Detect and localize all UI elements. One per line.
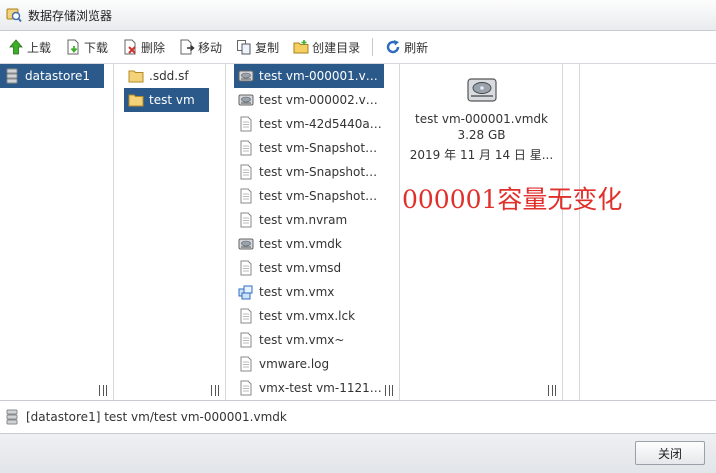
file-label: test vm.vmx~ <box>259 333 345 347</box>
file-item[interactable]: test vm-Snapshot2.... <box>234 184 384 208</box>
file-item[interactable]: vmx-test vm-11212... <box>234 376 384 400</box>
file-label: test vm-Snapshot2.... <box>259 189 384 203</box>
file-item[interactable]: test vm-Snapshot1.... <box>234 160 384 184</box>
disk-icon <box>238 94 254 106</box>
status-path: [datastore1] test vm/test vm-000001.vmdk <box>26 410 287 424</box>
file-label: test vm.vmdk <box>259 237 342 251</box>
toolbar-separator <box>372 38 374 56</box>
file-label: test vm-Snapshot1.... <box>259 141 384 155</box>
toolbar: 上载 下载 删除 移动 复制 创建目录 刷新 <box>0 31 716 64</box>
copy-button[interactable]: 复制 <box>236 35 279 59</box>
disk-icon <box>238 238 254 250</box>
folder-label: .sdd.sf <box>149 69 189 83</box>
pane-resize-handle[interactable] <box>211 385 219 396</box>
file-item[interactable]: test vm.vmx <box>234 280 384 304</box>
details-pane: test vm-000001.vmdk 3.28 GB 2019 年 11 月 … <box>400 64 563 400</box>
file-icon <box>240 356 252 372</box>
file-item[interactable]: test vm-000001.vmdk <box>234 64 384 88</box>
file-item[interactable]: test vm.vmx~ <box>234 328 384 352</box>
upload-button[interactable]: 上载 <box>8 35 51 59</box>
download-label: 下载 <box>84 40 109 55</box>
upload-icon <box>9 39 23 55</box>
folder-icon <box>128 94 144 107</box>
upload-label: 上载 <box>27 40 52 55</box>
details-file-size: 3.28 GB <box>457 128 506 142</box>
file-item[interactable]: test vm.vmx.lck <box>234 304 384 328</box>
refresh-button[interactable]: 刷新 <box>385 35 428 59</box>
refresh-label: 刷新 <box>404 40 429 55</box>
file-item[interactable]: test vm.vmsd <box>234 256 384 280</box>
disk-icon <box>238 70 254 82</box>
new-folder-label: 创建目录 <box>312 40 361 55</box>
move-icon <box>180 39 195 55</box>
file-item[interactable]: vmware.log <box>234 352 384 376</box>
pane-resize-handle[interactable] <box>385 385 393 396</box>
file-label: test vm.vmsd <box>259 261 342 275</box>
file-icon <box>240 164 252 180</box>
move-button[interactable]: 移动 <box>179 35 222 59</box>
download-icon <box>67 39 79 55</box>
file-item[interactable]: test vm-000002.vmdk <box>234 88 384 112</box>
file-label: test vm-000002.vmdk <box>259 93 384 107</box>
datastore-item[interactable]: datastore1 <box>0 64 104 88</box>
file-item[interactable]: test vm.vmdk <box>234 232 384 256</box>
file-icon <box>240 332 252 348</box>
file-icon <box>240 260 252 276</box>
status-bar: [datastore1] test vm/test vm-000001.vmdk <box>0 400 716 433</box>
dialog-footer: 关闭 <box>0 433 716 473</box>
file-label: test vm-42d5440a.v... <box>259 117 384 131</box>
folder-item[interactable]: .sdd.sf <box>124 64 219 88</box>
file-item[interactable]: test vm-Snapshot1.... <box>234 136 384 160</box>
disk-icon <box>467 78 497 102</box>
annotation-text: 000001容量无变化 <box>402 185 623 214</box>
folder-pane: .sdd.sf test vm <box>114 64 226 400</box>
new-folder-icon <box>293 40 309 54</box>
download-button[interactable]: 下载 <box>65 35 108 59</box>
folder-icon <box>128 70 144 83</box>
window-title: 数据存储浏览器 <box>28 8 113 23</box>
file-label: vmware.log <box>259 357 330 371</box>
file-item[interactable]: test vm.nvram <box>234 208 384 232</box>
refresh-icon <box>386 40 400 54</box>
file-pane: test vm-000001.vmdk test vm-000002.vmdk … <box>226 64 400 400</box>
copy-label: 复制 <box>255 40 280 55</box>
details-file-date: 2019 年 11 月 14 日 星... <box>409 148 554 162</box>
delete-icon <box>124 39 136 55</box>
pane-resize-handle[interactable] <box>99 385 107 396</box>
details-file-name: test vm-000001.vmdk <box>415 112 548 126</box>
empty-pane <box>563 64 580 400</box>
file-label: test vm.vmx.lck <box>259 309 356 323</box>
delete-label: 删除 <box>141 40 166 55</box>
window-titlebar: 数据存储浏览器 <box>0 0 716 31</box>
file-icon <box>240 188 252 204</box>
pane-resize-handle[interactable] <box>548 385 556 396</box>
new-folder-button[interactable]: 创建目录 <box>293 35 360 59</box>
file-icon <box>240 140 252 156</box>
close-button[interactable]: 关闭 <box>635 441 705 465</box>
file-label: test vm-000001.vmdk <box>259 69 384 83</box>
browser-panes: datastore1 .sdd.sf test vm test vm-00000… <box>0 64 716 400</box>
file-label: test vm.vmx <box>259 285 335 299</box>
file-item[interactable]: test vm-42d5440a.v... <box>234 112 384 136</box>
datastore-pane: datastore1 <box>0 64 114 400</box>
datastore-browser-icon <box>6 8 22 23</box>
datastore-icon <box>6 68 18 84</box>
folder-label: test vm <box>149 93 195 107</box>
datastore-label: datastore1 <box>25 69 91 83</box>
file-label: test vm-Snapshot1.... <box>259 165 384 179</box>
file-icon <box>240 212 252 228</box>
file-label: test vm.nvram <box>259 213 348 227</box>
datastore-icon <box>6 409 18 425</box>
copy-icon <box>237 40 251 55</box>
file-icon <box>240 380 252 396</box>
file-label: vmx-test vm-11212... <box>259 381 384 395</box>
delete-button[interactable]: 删除 <box>122 35 165 59</box>
folder-item[interactable]: test vm <box>124 88 209 112</box>
vm-icon <box>238 285 253 300</box>
file-icon <box>240 308 252 324</box>
move-label: 移动 <box>198 40 223 55</box>
file-icon <box>240 116 252 132</box>
